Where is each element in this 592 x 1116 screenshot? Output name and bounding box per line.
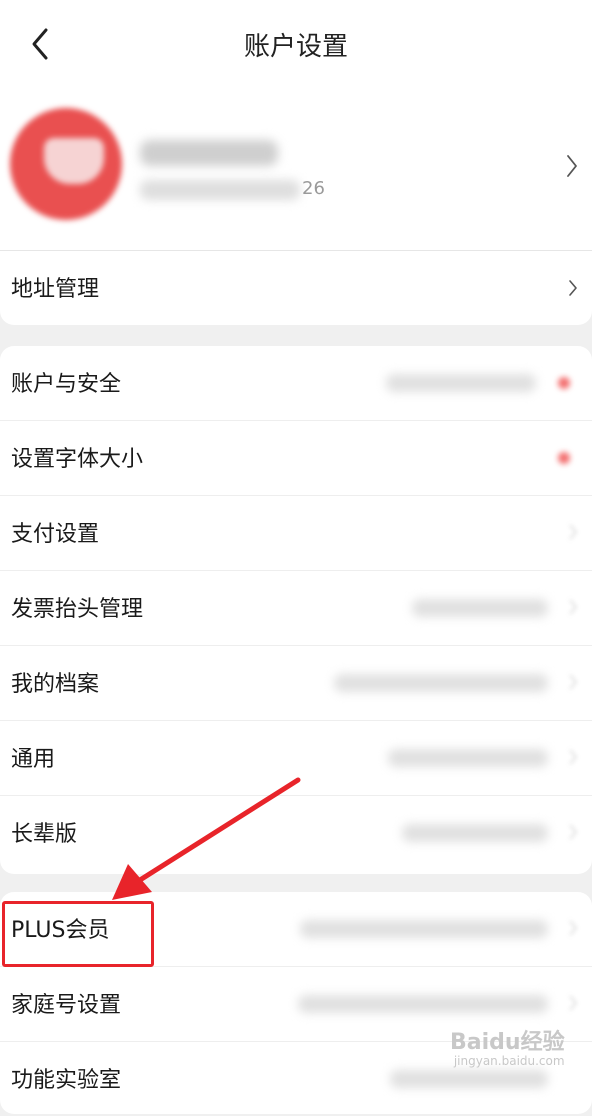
highlight-box (2, 901, 154, 967)
chevron-right-icon (569, 524, 578, 540)
page-title: 账户设置 (243, 32, 348, 62)
value-blurred (298, 995, 548, 1013)
chevron-right-icon (569, 920, 578, 936)
row-payment-settings[interactable]: 支付设置 (0, 496, 592, 571)
row-label: 家庭号设置 (11, 993, 122, 1018)
value-blurred (334, 674, 548, 692)
address-card: 地址管理 (0, 251, 592, 325)
watermark-sub: jingyan.baidu.com (453, 1054, 565, 1068)
chevron-right-icon (569, 824, 578, 840)
chevron-right-icon (569, 749, 578, 765)
chevron-right-icon (569, 280, 577, 296)
row-account-security[interactable]: 账户与安全 (0, 346, 592, 421)
row-label: 我的档案 (11, 672, 100, 697)
watermark: Baidu经验 jingyan.baidu.com (450, 1024, 565, 1068)
account-id-suffix: 26 (302, 178, 325, 199)
row-my-profile[interactable]: 我的档案 (0, 646, 592, 721)
value-blurred (412, 599, 548, 617)
row-invoice-header[interactable]: 发票抬头管理 (0, 571, 592, 646)
settings-group-1: 账户与安全 设置字体大小 支付设置 发票抬头管理 我的档案 通用 长辈版 (0, 346, 592, 874)
value-blurred (386, 374, 536, 392)
chevron-right-icon (567, 155, 577, 177)
row-label: 支付设置 (11, 522, 100, 547)
value-blurred (300, 920, 548, 938)
profile-card[interactable]: 26 (0, 92, 592, 250)
row-label: 长辈版 (11, 822, 78, 847)
row-label: 账户与安全 (11, 372, 122, 397)
value-blurred (388, 749, 548, 767)
row-label: 功能实验室 (11, 1068, 122, 1093)
username-blurred (140, 140, 278, 166)
value-blurred (390, 1070, 548, 1088)
chevron-right-icon (569, 995, 578, 1011)
row-general[interactable]: 通用 (0, 721, 592, 796)
account-id-blurred (140, 180, 300, 200)
row-label: 发票抬头管理 (11, 597, 144, 622)
row-label: 通用 (11, 747, 56, 772)
watermark-text: Baidu经验 (450, 1030, 565, 1055)
row-label: 地址管理 (11, 277, 100, 302)
chevron-right-icon (569, 599, 578, 615)
value-blurred (402, 824, 548, 842)
red-dot-badge (558, 452, 570, 464)
red-dot-badge (558, 377, 570, 389)
row-address-management[interactable]: 地址管理 (0, 251, 592, 325)
row-elder-mode[interactable]: 长辈版 (0, 796, 592, 870)
top-bar: 账户设置 (0, 0, 592, 92)
chevron-right-icon (569, 674, 578, 690)
row-label: 设置字体大小 (11, 447, 144, 472)
row-font-size[interactable]: 设置字体大小 (0, 421, 592, 496)
avatar[interactable] (10, 108, 122, 220)
